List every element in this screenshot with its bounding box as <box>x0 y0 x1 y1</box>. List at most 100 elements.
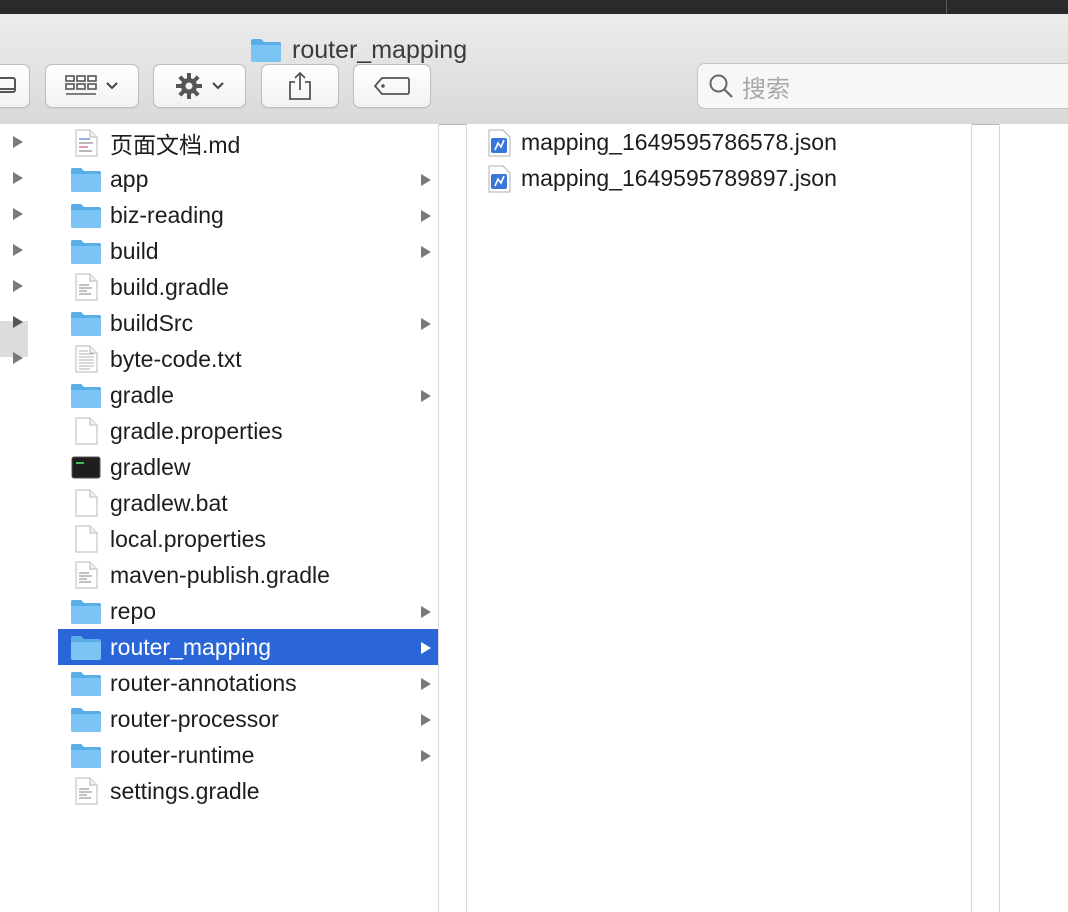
item-label: gradle.properties <box>110 417 283 444</box>
disclosure-arrow-icon <box>421 714 431 726</box>
disclosure-arrow-icon <box>421 210 431 222</box>
item-label: app <box>110 165 149 192</box>
item-label: settings.gradle <box>110 777 260 804</box>
disclosure-arrow-icon <box>13 244 23 256</box>
window-title-text: router_mapping <box>292 35 468 64</box>
text-document-icon <box>75 345 98 373</box>
router-mapping-column[interactable]: mapping_1649595786578.json mapping_164959… <box>466 124 972 912</box>
file-item[interactable]: build.gradle <box>58 269 438 305</box>
document-icon <box>75 417 98 445</box>
item-label: gradle <box>110 381 174 408</box>
disclosure-arrow-icon <box>421 642 431 654</box>
folder-item[interactable]: build <box>58 233 438 269</box>
document-icon <box>75 489 98 517</box>
json-file-icon <box>488 165 511 193</box>
disclosure-arrow-icon <box>13 352 23 364</box>
folder-item[interactable]: router-annotations <box>58 665 438 701</box>
folder-icon <box>71 168 101 192</box>
item-label: router_mapping <box>110 633 272 660</box>
item-label: build.gradle <box>110 273 229 300</box>
disclosure-arrow-icon <box>13 208 23 220</box>
disclosure-arrow-icon <box>421 318 431 330</box>
empty-column[interactable] <box>999 124 1068 912</box>
file-item[interactable]: byte-code.txt <box>58 341 438 377</box>
disclosure-arrow-icon <box>13 280 23 292</box>
folder-icon <box>71 600 101 624</box>
search-field[interactable]: 搜索 <box>697 63 1068 109</box>
tag-icon <box>374 77 410 95</box>
tags-button[interactable] <box>353 64 431 108</box>
item-label: repo <box>110 597 157 624</box>
search-icon <box>709 74 733 98</box>
grid-view-icon <box>65 75 97 95</box>
item-label: 页面文档.md <box>110 132 241 158</box>
disclosure-arrow-icon <box>421 606 431 618</box>
folder-icon <box>71 708 101 732</box>
parent-column[interactable] <box>0 124 58 912</box>
file-item[interactable]: gradlew <box>58 449 438 485</box>
item-label: mapping_1649595789897.json <box>521 165 837 191</box>
view-toggle-button[interactable] <box>0 64 30 108</box>
file-item[interactable]: gradlew.bat <box>58 485 438 521</box>
folder-item[interactable]: gradle <box>58 377 438 413</box>
window-title: router_mapping <box>250 36 467 64</box>
markdown-document-icon <box>75 129 98 157</box>
disclosure-arrow-icon <box>13 136 23 148</box>
disclosure-arrow-icon <box>421 246 431 258</box>
window-top-edge <box>0 0 1068 14</box>
disclosure-arrow-icon <box>13 172 23 184</box>
folder-item[interactable]: app <box>58 161 438 197</box>
folder-icon <box>251 39 281 62</box>
item-label: router-processor <box>110 705 279 732</box>
gear-icon <box>175 73 202 99</box>
document-icon <box>75 561 98 589</box>
file-item[interactable]: maven-publish.gradle <box>58 557 438 593</box>
json-file-icon <box>488 129 511 157</box>
action-button[interactable] <box>153 64 246 108</box>
share-icon <box>289 71 311 100</box>
disclosure-arrow-icon <box>13 316 23 328</box>
finder-toolbar: router_mapping 搜索 <box>0 14 1068 125</box>
disclosure-arrow-icon <box>421 750 431 762</box>
item-label: maven-publish.gradle <box>110 561 330 588</box>
item-label: router-annotations <box>110 669 297 696</box>
folder-icon <box>71 672 101 696</box>
item-label: buildSrc <box>110 309 194 336</box>
file-item[interactable]: mapping_1649595786578.json <box>481 125 961 161</box>
folder-item[interactable]: buildSrc <box>58 305 438 341</box>
item-label: gradlew.bat <box>110 489 228 516</box>
item-label: router-runtime <box>110 741 255 768</box>
project-column[interactable]: 页面文档.md app biz-reading build build.gradle bu… <box>57 124 439 912</box>
terminal-icon <box>71 456 101 479</box>
file-item[interactable]: gradle.properties <box>58 413 438 449</box>
folder-item[interactable]: router_mapping <box>58 629 438 665</box>
folder-icon <box>71 636 101 660</box>
file-item[interactable]: settings.gradle <box>58 773 438 809</box>
item-label: build <box>110 237 159 264</box>
file-item[interactable]: 页面文档.md <box>58 125 438 161</box>
search-placeholder: 搜索 <box>742 75 790 103</box>
file-item[interactable]: local.properties <box>58 521 438 557</box>
item-label: byte-code.txt <box>110 345 242 372</box>
folder-icon <box>71 744 101 768</box>
folder-icon <box>71 312 101 336</box>
folder-icon <box>71 240 101 264</box>
item-label: biz-reading <box>110 201 224 228</box>
share-button[interactable] <box>261 64 339 108</box>
column-view-icon <box>0 77 16 93</box>
file-item[interactable]: mapping_1649595789897.json <box>481 161 961 197</box>
folder-icon <box>71 204 101 228</box>
folder-item[interactable]: repo <box>58 593 438 629</box>
item-label: mapping_1649595786578.json <box>521 129 837 155</box>
document-icon <box>75 777 98 805</box>
disclosure-arrow-icon <box>421 678 431 690</box>
folder-item[interactable]: router-processor <box>58 701 438 737</box>
group-by-button[interactable] <box>45 64 139 108</box>
chevron-down-icon <box>211 82 224 90</box>
disclosure-arrow-icon <box>421 174 431 186</box>
document-icon <box>75 273 98 301</box>
folder-item[interactable]: biz-reading <box>58 197 438 233</box>
chevron-down-icon <box>106 82 118 90</box>
folder-item[interactable]: router-runtime <box>58 737 438 773</box>
item-label: gradlew <box>110 453 191 480</box>
